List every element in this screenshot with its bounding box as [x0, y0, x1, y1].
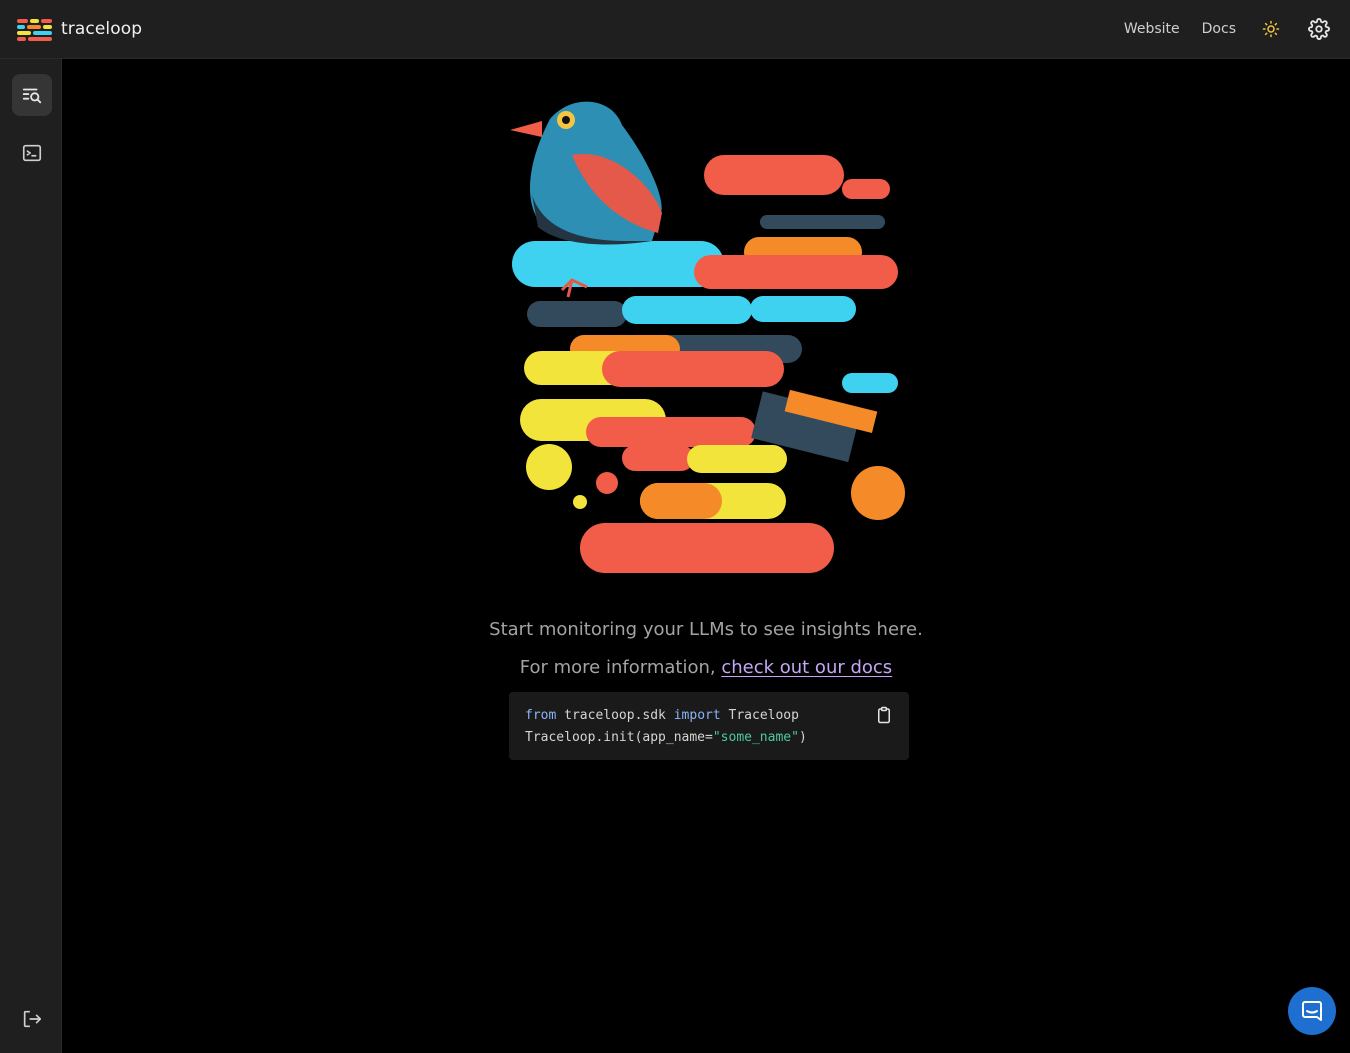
chat-bubble-icon — [1302, 1001, 1322, 1021]
brand[interactable]: traceloop — [17, 17, 142, 41]
code-keyword: import — [673, 708, 721, 723]
clipboard-icon[interactable] — [875, 706, 893, 724]
sidebar — [0, 59, 62, 1053]
chat-launcher-button[interactable] — [1288, 987, 1336, 1035]
bird-on-colored-bars-illustration — [510, 101, 905, 573]
sidebar-item-playground[interactable] — [12, 132, 52, 174]
code-call: Traceloop.init(app_name= — [525, 730, 713, 745]
theme-toggle-button[interactable] — [1256, 14, 1286, 44]
sun-icon — [1262, 20, 1280, 38]
docs-hint-link[interactable]: check out our docs — [721, 657, 892, 678]
docs-hint-prefix: For more information, — [519, 657, 722, 678]
docs-link[interactable]: Docs — [1202, 21, 1236, 37]
traceloop-logo-icon — [17, 17, 52, 41]
settings-button[interactable] — [1304, 14, 1334, 44]
website-link[interactable]: Website — [1124, 21, 1180, 37]
code-module: traceloop.sdk — [556, 708, 674, 723]
code-line-2: Traceloop.init(app_name="some_name") — [525, 727, 893, 749]
code-string: "some_name" — [712, 730, 799, 745]
docs-hint: For more information, check out our docs — [62, 657, 1350, 678]
brand-name: traceloop — [61, 19, 143, 39]
top-bar: traceloop Website Docs — [0, 0, 1350, 59]
terminal-icon — [22, 144, 42, 162]
gear-icon — [1308, 18, 1330, 40]
empty-state-message: Start monitoring your LLMs to see insigh… — [489, 619, 923, 640]
code-name: Traceloop — [720, 708, 799, 723]
top-nav: Website Docs — [1124, 14, 1334, 44]
code-snippet: from traceloop.sdk import Traceloop Trac… — [509, 692, 909, 760]
code-keyword: from — [525, 708, 557, 723]
code-line-1: from traceloop.sdk import Traceloop — [525, 705, 893, 727]
search-list-icon — [22, 88, 42, 104]
logout-button[interactable] — [12, 998, 52, 1040]
sidebar-item-traces[interactable] — [12, 74, 52, 116]
logout-icon — [23, 1010, 42, 1028]
code-paren: ) — [798, 730, 807, 745]
main-content: Start monitoring your LLMs to see insigh… — [62, 59, 1350, 1053]
